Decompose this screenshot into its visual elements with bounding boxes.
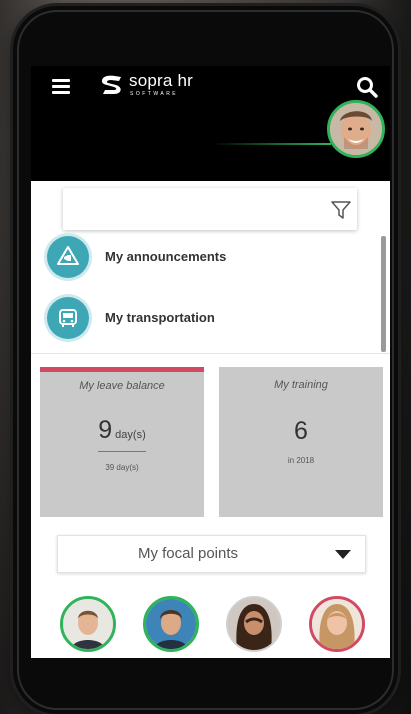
app-screen: sopra hr SOFTWARE My announcements My tr…	[31, 66, 390, 658]
person-photo-icon	[146, 599, 196, 649]
person-photo-icon	[63, 599, 113, 649]
card-title: My leave balance	[79, 380, 165, 392]
training-year: in 2018	[287, 456, 315, 465]
search-filter-input[interactable]	[63, 188, 357, 230]
menu-item-label: My announcements	[105, 249, 227, 264]
focal-points-dropdown[interactable]: My focal points	[57, 535, 366, 573]
filter-icon[interactable]	[330, 200, 352, 220]
menu-item-announcements[interactable]: My announcements	[47, 233, 377, 281]
menu-item-label: My transportation	[105, 310, 215, 325]
leave-days-number: 9	[98, 416, 113, 444]
focal-point-avatar[interactable]	[309, 596, 365, 652]
app-header: sopra hr SOFTWARE	[31, 66, 390, 181]
list-scrollbar[interactable]	[381, 236, 386, 352]
card-separator	[98, 451, 146, 452]
logo-subtext: SOFTWARE	[130, 91, 179, 97]
logo-mark-icon	[102, 75, 121, 94]
training-count: 6	[294, 417, 308, 445]
leave-days-unit: day(s)	[115, 429, 146, 441]
search-icon[interactable]	[356, 76, 378, 98]
hamburger-menu-icon[interactable]	[52, 79, 70, 94]
card-title: My training	[274, 379, 328, 391]
focal-point-avatar[interactable]	[226, 596, 282, 652]
logo-text: sopra hr	[129, 71, 193, 90]
leave-total-days: 39 day(s)	[105, 463, 139, 472]
section-divider	[31, 353, 390, 354]
bus-icon	[47, 297, 89, 339]
megaphone-icon	[47, 236, 89, 278]
caret-down-icon	[335, 550, 351, 559]
profile-photo-icon	[330, 103, 382, 155]
leave-balance-value: 9 day(s)	[40, 416, 204, 445]
focal-points-label: My focal points	[137, 545, 239, 562]
training-card[interactable]: My training 6 in 2018	[219, 367, 383, 517]
person-photo-icon	[228, 598, 280, 650]
header-accent-line	[211, 143, 331, 145]
menu-item-transportation[interactable]: My transportation	[47, 294, 377, 342]
person-photo-icon	[312, 599, 362, 649]
leave-balance-card[interactable]: My leave balance 9 day(s) 39 day(s)	[40, 367, 204, 517]
sopra-hr-logo: sopra hr SOFTWARE	[99, 71, 219, 102]
user-profile-avatar[interactable]	[327, 100, 385, 158]
focal-point-avatar[interactable]	[143, 596, 199, 652]
focal-point-avatar[interactable]	[60, 596, 116, 652]
